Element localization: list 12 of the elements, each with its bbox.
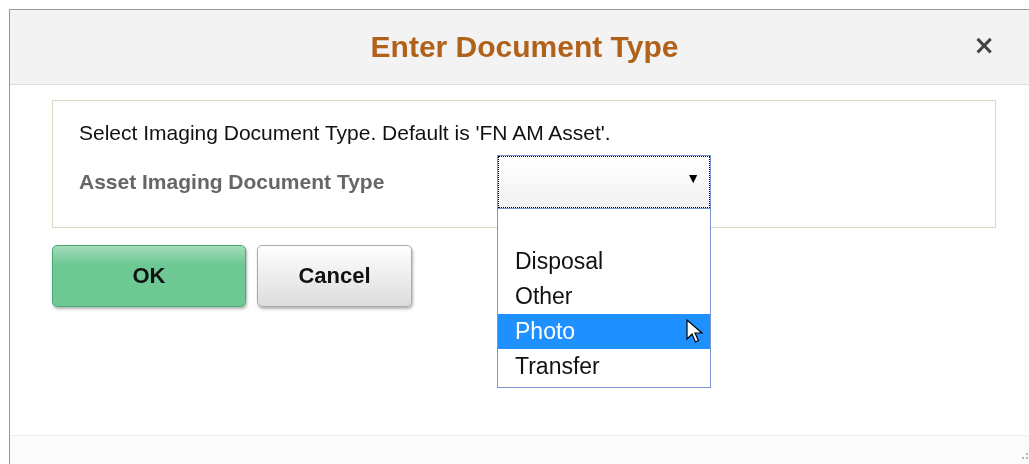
close-button[interactable]: × — [969, 32, 999, 58]
mouse-pointer-icon — [686, 319, 704, 345]
field-label: Asset Imaging Document Type — [79, 170, 386, 194]
dropdown-option[interactable]: Other — [498, 279, 710, 314]
ok-button[interactable]: OK — [52, 245, 246, 307]
dropdown-field[interactable]: ▼ — [497, 155, 711, 209]
instruction-text: Select Imaging Document Type. Default is 'FN AM Asset'. — [79, 121, 612, 145]
dropdown-option[interactable]: Transfer — [498, 349, 710, 384]
dialog-title: Enter Document Type — [370, 30, 679, 64]
cancel-button[interactable]: Cancel — [257, 245, 412, 307]
resize-grip-icon[interactable] — [1021, 452, 1029, 460]
dropdown-option[interactable]: Disposal — [498, 244, 710, 279]
